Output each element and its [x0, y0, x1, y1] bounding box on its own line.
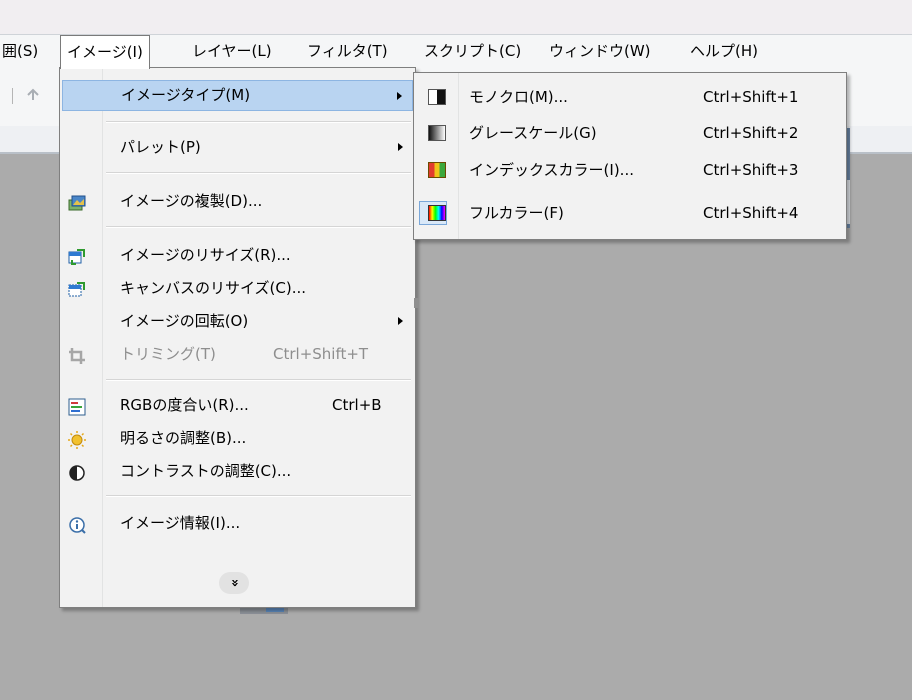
menu-window[interactable]: ウィンドウ(W)	[543, 35, 657, 68]
menu-item-label: コントラストの調整(C)...	[120, 462, 292, 480]
menu-item-label: イメージのリサイズ(R)...	[120, 246, 291, 264]
menu-item-label: イメージの複製(D)...	[120, 192, 263, 210]
menu-filter[interactable]: フィルタ(T)	[301, 35, 394, 68]
menu-item-image-type[interactable]: イメージタイプ(M)	[62, 80, 413, 111]
menu-item-shortcut: Ctrl+Shift+4	[703, 204, 799, 222]
menu-item-label: トリミング(T)	[120, 345, 216, 363]
submenu-item-indexed-color[interactable]: インデックスカラー(I)... Ctrl+Shift+3	[416, 155, 844, 186]
menu-item-resize-image[interactable]: イメージのリサイズ(R)...	[62, 240, 413, 271]
grayscale-icon	[428, 125, 446, 141]
menu-item-contrast[interactable]: コントラストの調整(C)...	[62, 456, 413, 487]
menu-item-shortcut: Ctrl+Shift+1	[703, 88, 799, 106]
full-color-icon	[428, 205, 446, 221]
menu-item-label: パレット(P)	[120, 138, 201, 156]
brightness-icon	[67, 429, 87, 449]
menu-item-shortcut: Ctrl+Shift+T	[273, 345, 369, 363]
expand-more-icon[interactable]: »	[219, 572, 249, 594]
menu-separator	[106, 226, 411, 228]
menu-item-label: フルカラー(F)	[469, 204, 564, 222]
menu-layer[interactable]: レイヤー(L)	[186, 35, 278, 68]
menu-item-crop[interactable]: トリミング(T) Ctrl+Shift+T	[62, 339, 413, 370]
resize-canvas-icon	[67, 279, 87, 297]
resize-image-icon	[67, 246, 87, 265]
toolbar-separator	[12, 88, 13, 104]
menu-item-rotate-image[interactable]: イメージの回転(O)	[62, 306, 413, 337]
submenu-arrow-icon	[398, 317, 403, 325]
menu-item-label: モノクロ(M)...	[469, 88, 568, 106]
menu-item-brightness[interactable]: 明るさの調整(B)...	[62, 423, 413, 454]
menu-item-label: 明るさの調整(B)...	[120, 429, 247, 447]
duplicate-image-icon	[67, 192, 87, 211]
menu-item-resize-canvas[interactable]: キャンバスのリサイズ(C)...	[62, 273, 413, 304]
menu-item-shortcut: Ctrl+B	[332, 396, 382, 414]
crop-icon	[67, 345, 87, 364]
submenu-item-grayscale[interactable]: グレースケール(G) Ctrl+Shift+2	[416, 118, 844, 149]
menu-separator	[106, 495, 411, 497]
menu-item-label: イメージタイプ(M)	[121, 86, 251, 104]
menu-item-palette[interactable]: パレット(P)	[62, 132, 413, 163]
menu-item-label: キャンバスのリサイズ(C)...	[120, 279, 307, 297]
image-menu: イメージタイプ(M) パレット(P) イメージの複製(D)... イメージのリサ…	[59, 67, 416, 608]
submenu-item-full-color[interactable]: フルカラー(F) Ctrl+Shift+4	[416, 198, 844, 229]
menu-item-shortcut: Ctrl+Shift+3	[703, 161, 799, 179]
menu-item-image-info[interactable]: イメージ情報(I)...	[62, 508, 413, 539]
submenu-arrow-icon	[398, 143, 403, 151]
title-bar	[0, 0, 912, 34]
menu-item-duplicate-image[interactable]: イメージの複製(D)...	[62, 186, 413, 217]
menu-item-shortcut: Ctrl+Shift+2	[703, 124, 799, 142]
rgb-levels-icon	[67, 396, 87, 416]
undo-icon[interactable]	[24, 86, 42, 102]
submenu-arrow-icon	[397, 92, 402, 100]
menu-separator	[106, 121, 411, 123]
menu-item-label: インデックスカラー(I)...	[469, 161, 634, 179]
menu-select[interactable]: 囲(S)	[0, 35, 44, 68]
submenu-item-monochrome[interactable]: モノクロ(M)... Ctrl+Shift+1	[416, 82, 844, 113]
menu-item-label: RGBの度合い(R)...	[120, 396, 249, 414]
menu-separator	[106, 379, 411, 381]
menu-separator	[106, 172, 411, 174]
info-icon	[67, 514, 87, 534]
menu-item-label: グレースケール(G)	[469, 124, 597, 142]
monochrome-icon	[428, 89, 446, 105]
indexed-color-icon	[428, 162, 446, 178]
menu-item-label: イメージの回転(O)	[120, 312, 249, 330]
background-strip-mid	[414, 298, 419, 308]
menu-script[interactable]: スクリプト(C)	[418, 35, 527, 68]
image-type-submenu: モノクロ(M)... Ctrl+Shift+1 グレースケール(G) Ctrl+…	[413, 72, 847, 240]
contrast-icon	[67, 462, 87, 481]
menu-item-label: イメージ情報(I)...	[120, 514, 241, 532]
menu-help[interactable]: ヘルプ(H)	[684, 35, 764, 68]
menu-image[interactable]: イメージ(I)	[60, 35, 150, 69]
menu-item-rgb-levels[interactable]: RGBの度合い(R)... Ctrl+B	[62, 390, 413, 421]
menu-bar: 囲(S) イメージ(I) レイヤー(L) フィルタ(T) スクリプト(C) ウィ…	[0, 34, 912, 69]
